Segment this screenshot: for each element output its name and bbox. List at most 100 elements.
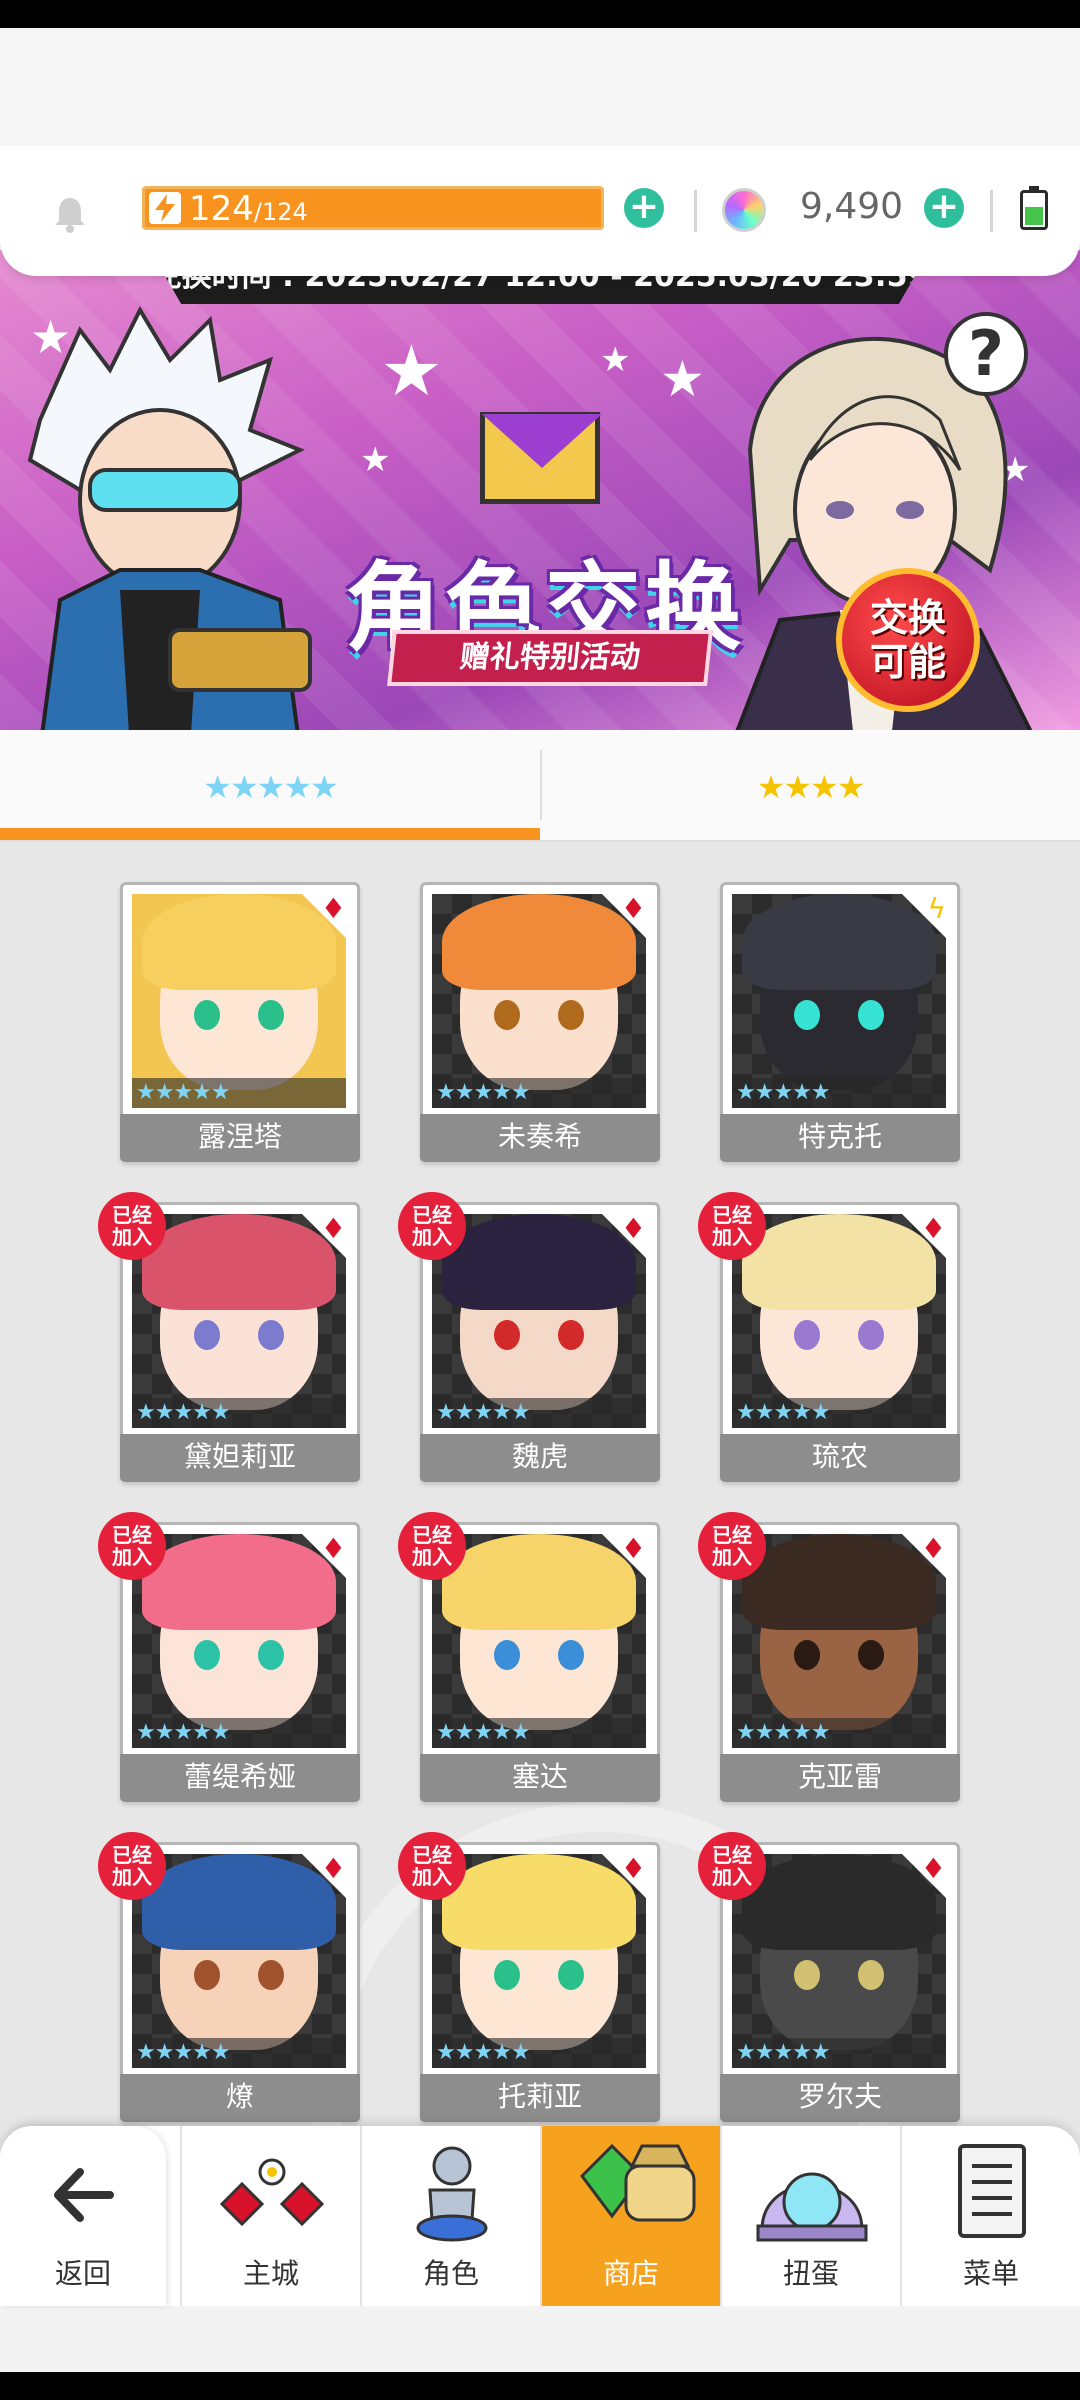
portrait-eye: [858, 1000, 884, 1030]
character-name: 魏虎: [420, 1434, 660, 1482]
back-button[interactable]: 返回: [0, 2126, 166, 2306]
character-icon: [416, 2146, 488, 2242]
joined-line1: 已经: [712, 1203, 752, 1227]
character-name: 琉农: [720, 1434, 960, 1482]
diamond-attribute-icon: ♦: [620, 1212, 646, 1245]
character-card[interactable]: ♦ ★★★★★ 未奏希: [420, 882, 660, 1162]
portrait-hair: [742, 894, 936, 990]
envelope-icon: [480, 412, 602, 504]
portrait-eye: [258, 1000, 284, 1030]
character-card[interactable]: ♦ ★★★★★ 塞达 已经 加入: [398, 1512, 660, 1802]
joined-line2: 加入: [412, 1545, 452, 1569]
diamond-attribute-icon: ♦: [920, 1852, 946, 1885]
rarity-stars: ★★★★★: [732, 2038, 946, 2068]
character-card[interactable]: ♦ ★★★★★ 露涅塔: [120, 882, 360, 1162]
joined-line2: 加入: [712, 1545, 752, 1569]
shop-icon: [580, 2143, 696, 2222]
nav-label: 商店: [602, 2257, 659, 2290]
energy-value: 124/124: [189, 189, 308, 229]
nav-main-city[interactable]: 主城: [180, 2126, 360, 2306]
character-card[interactable]: ♦ ★★★★★ 燎 已经 加入: [98, 1832, 360, 2122]
portrait-eye: [194, 1960, 220, 1990]
character-name: 黛妲莉亚: [120, 1434, 360, 1482]
portrait-eye: [794, 1000, 820, 1030]
castle-icon: [219, 2158, 325, 2227]
character-card[interactable]: ♦ ★★★★★ 魏虎 已经 加入: [398, 1192, 660, 1482]
already-joined-badge: 已经 加入: [698, 1192, 766, 1260]
diamond-attribute-icon: ♦: [620, 1532, 646, 1565]
joined-line1: 已经: [412, 1523, 452, 1547]
bell-icon[interactable]: [50, 194, 90, 234]
tab-four-star[interactable]: ★★★★: [540, 730, 1080, 842]
portrait-eye: [794, 1640, 820, 1670]
already-joined-badge: 已经 加入: [398, 1832, 466, 1900]
character-card[interactable]: ♦ ★★★★★ 琉农 已经 加入: [698, 1192, 960, 1482]
help-button[interactable]: ?: [944, 312, 1028, 396]
character-name: 露涅塔: [120, 1114, 360, 1162]
rarity-stars: ★★★★★: [432, 1078, 646, 1108]
character-name: 蕾缇希娅: [120, 1754, 360, 1802]
badge-line2: 可能: [869, 640, 946, 684]
nav-shop[interactable]: 商店: [540, 2126, 720, 2306]
divider: [990, 190, 993, 232]
portrait-hair: [442, 1854, 636, 1950]
lightning-icon: [149, 192, 181, 224]
diamond-attribute-icon: ♦: [920, 1532, 946, 1565]
star-icon: ★: [380, 330, 443, 412]
character-card[interactable]: ♦ ★★★★★ 蕾缇希娅 已经 加入: [98, 1512, 360, 1802]
joined-line1: 已经: [112, 1843, 152, 1867]
portrait-hair: [142, 1534, 336, 1630]
nav-menu[interactable]: 菜单: [900, 2126, 1080, 2306]
joined-line1: 已经: [712, 1843, 752, 1867]
diamond-attribute-icon: ♦: [320, 892, 346, 925]
character-card[interactable]: ♦ ★★★★★ 克亚雷 已经 加入: [698, 1512, 960, 1802]
portrait-hair: [142, 894, 336, 990]
portrait-eye: [858, 1640, 884, 1670]
gem-count: 9,490: [800, 186, 904, 227]
rarity-stars: ★★★★★: [432, 2038, 646, 2068]
nav-gacha[interactable]: 扭蛋: [720, 2126, 900, 2306]
tab-five-star[interactable]: ★★★★★: [0, 730, 540, 842]
portrait-eye: [494, 1960, 520, 1990]
bottom-strip: [0, 2306, 1080, 2372]
character-portrait: [432, 894, 646, 1108]
rarity-stars: ★★★★★: [132, 1398, 346, 1428]
portrait-eye: [494, 1320, 520, 1350]
rarity-stars: ★★★★★: [432, 1718, 646, 1748]
character-card[interactable]: ϟ ★★★★★ 特克托: [720, 882, 960, 1162]
gacha-icon: [756, 2172, 868, 2242]
diamond-attribute-icon: ♦: [620, 1852, 646, 1885]
character-name: 未奏希: [420, 1114, 660, 1162]
nav-label: 角色: [422, 2257, 479, 2290]
add-gems-button[interactable]: +: [924, 188, 964, 228]
already-joined-badge: 已经 加入: [398, 1192, 466, 1260]
diamond-attribute-icon: ♦: [920, 1212, 946, 1245]
character-name: 罗尔夫: [720, 2074, 960, 2122]
character-card[interactable]: ♦ ★★★★★ 托莉亚 已经 加入: [398, 1832, 660, 2122]
portrait-hair: [142, 1214, 336, 1310]
banner-subtitle: 赠礼特别活动: [387, 630, 713, 686]
exchange-available-badge: 交换 可能: [836, 568, 980, 712]
character-card[interactable]: ♦ ★★★★★ 罗尔夫 已经 加入: [698, 1832, 960, 2122]
diamond-attribute-icon: ♦: [320, 1212, 346, 1245]
already-joined-badge: 已经 加入: [398, 1512, 466, 1580]
nav-characters[interactable]: 角色: [360, 2126, 540, 2306]
character-name: 燎: [120, 2074, 360, 2122]
portrait-eye: [858, 1320, 884, 1350]
character-name: 塞达: [420, 1754, 660, 1802]
portrait-hair: [742, 1854, 936, 1950]
portrait-eye: [258, 1960, 284, 1990]
portrait-hair: [442, 894, 636, 990]
add-energy-button[interactable]: +: [624, 188, 664, 228]
joined-line2: 加入: [112, 1225, 152, 1249]
portrait-hair: [742, 1534, 936, 1630]
event-banner: 兑换时间 : 2025.02/27 12:00 - 2025.03/20 23:…: [0, 250, 1080, 730]
already-joined-badge: 已经 加入: [698, 1512, 766, 1580]
joined-line1: 已经: [412, 1203, 452, 1227]
joined-line1: 已经: [112, 1523, 152, 1547]
portrait-eye: [794, 1960, 820, 1990]
character-card[interactable]: ♦ ★★★★★ 黛妲莉亚 已经 加入: [98, 1192, 360, 1482]
joined-line2: 加入: [112, 1865, 152, 1889]
status-area: [0, 28, 1080, 146]
joined-line2: 加入: [712, 1225, 752, 1249]
